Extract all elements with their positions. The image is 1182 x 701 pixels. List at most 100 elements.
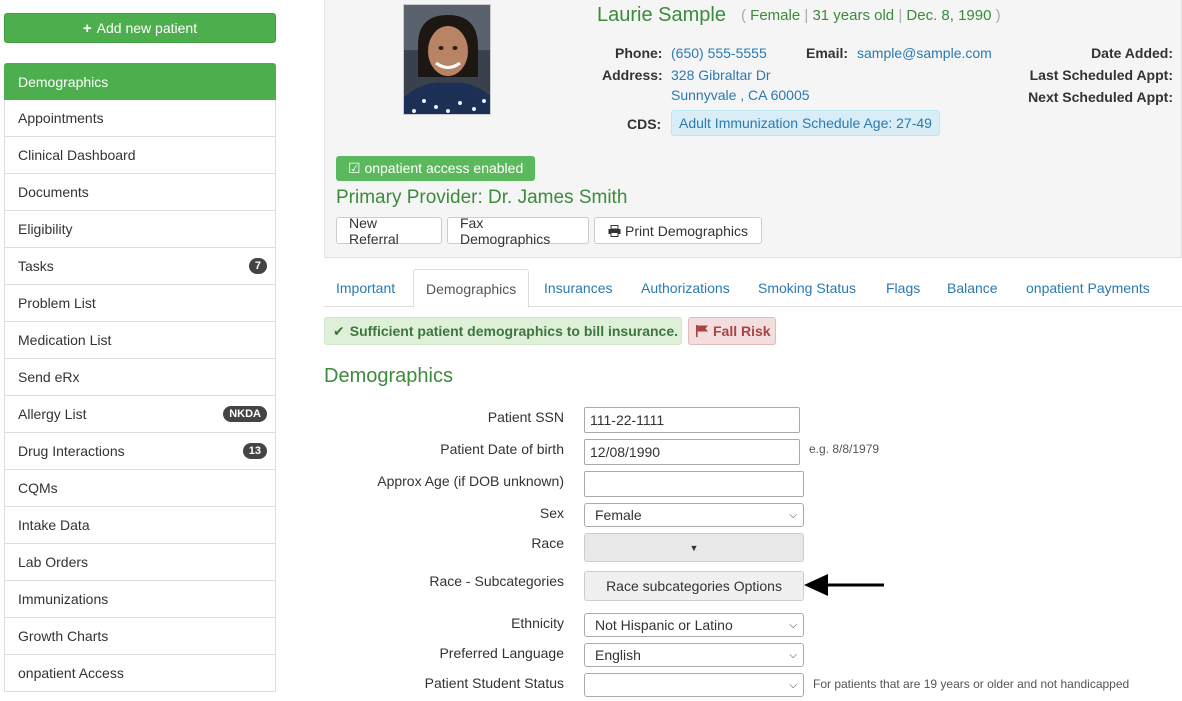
patient-meta: ( Female | 31 years old | Dec. 8, 1990 ) [741,7,1001,24]
onpatient-access-badge: ☑ onpatient access enabled [336,156,536,181]
sidebar-item-label: Problem List [18,295,96,311]
sidebar-item-tasks[interactable]: Tasks 7 [4,248,276,285]
sidebar-item-label: Immunizations [18,591,109,607]
count-badge: 13 [242,443,267,459]
ethnicity-selected: Not Hispanic or Latino [595,617,733,633]
chevron-down-icon: ⌵ [789,679,797,691]
count-badge: 7 [248,258,267,274]
sidebar-item-label: Lab Orders [18,554,89,570]
phone-label: Phone: [615,45,663,61]
race-subcategories-button[interactable]: Race subcategories Options [584,571,804,601]
sidebar-item-label: CQMs [18,480,58,496]
address-label: Address: [602,67,663,83]
sufficient-demographics-text: Sufficient patient demographics to bill … [349,323,679,339]
date-added-label: Date Added: [1091,45,1173,61]
sidebar-item-lab-orders[interactable]: Lab Orders [4,544,276,581]
phone-value[interactable]: (650) 555-5555 [671,45,767,61]
sidebar-item-growth-charts[interactable]: Growth Charts [4,618,276,655]
sidebar-item-clinical-dashboard[interactable]: Clinical Dashboard [4,137,276,174]
cds-label: CDS: [627,116,662,132]
tab-smoking-status[interactable]: Smoking Status [746,269,868,307]
new-referral-button[interactable]: New Referral [336,215,442,247]
sidebar-item-label: Appointments [18,110,104,126]
chevron-down-icon: ⌵ [789,619,797,631]
email-value[interactable]: sample@sample.com [857,45,992,61]
sidebar-item-label: Eligibility [18,221,73,237]
sidebar-item-label: Allergy List [18,406,87,422]
address-line2[interactable]: Sunnyvale , CA 60005 [671,87,810,103]
sidebar-item-immunizations[interactable]: Immunizations [4,581,276,618]
ethnicity-select[interactable]: Not Hispanic or Latino ⌵ [584,613,804,637]
patient-photo [403,4,491,115]
sidebar-item-onpatient-access[interactable]: onpatient Access [4,655,276,692]
patient-dob: Dec. 8, 1990 [906,7,992,24]
sidebar-item-send-erx[interactable]: Send eRx [4,359,276,396]
arrow-left-icon [804,574,884,596]
section-title: Demographics [324,365,453,387]
sidebar-item-appointments[interactable]: Appointments [4,100,276,137]
sidebar-item-allergy-list[interactable]: Allergy List NKDA [4,396,276,433]
email-label: Email: [806,45,849,61]
tab-important[interactable]: Important [324,269,407,307]
next-appt-label: Next Scheduled Appt: [1028,89,1173,105]
approx-age-label: Approx Age (if DOB unknown) [377,473,564,489]
sidebar-item-label: Medication List [18,332,112,348]
tab-insurances[interactable]: Insurances [532,269,624,307]
language-label: Preferred Language [439,645,564,661]
language-select[interactable]: English ⌵ [584,643,804,667]
sidebar-item-problem-list[interactable]: Problem List [4,285,276,322]
sidebar-item-demographics[interactable]: Demographics [4,63,276,100]
fall-risk-label: Fall Risk [713,323,771,339]
print-demographics-button[interactable]: Print Demographics [594,217,762,244]
student-status-select[interactable]: ⌵ [584,673,804,697]
sidebar-item-label: Drug Interactions [18,443,125,459]
patient-sex: Female [750,7,801,24]
sidebar-item-label: Clinical Dashboard [18,147,136,163]
sidebar-item-cqms[interactable]: CQMs [4,470,276,507]
fall-risk-flag[interactable]: Fall Risk [688,317,776,345]
add-new-patient-button[interactable]: + Add new patient [4,13,276,43]
ethnicity-label: Ethnicity [511,615,564,631]
primary-provider: Primary Provider: Dr. James Smith [336,187,628,208]
patient-tabs: Important Demographics Insurances Author… [324,269,1182,308]
race-label: Race [531,535,564,551]
sidebar-item-label: Growth Charts [18,628,109,644]
patient-name: Laurie Sample [597,4,726,26]
fax-demographics-button[interactable]: Fax Demographics [447,215,589,247]
approx-age-input[interactable] [584,471,804,497]
language-selected: English [595,647,641,663]
student-status-hint: For patients that are 19 years or older … [813,677,1130,691]
patient-age: 31 years old [812,7,895,24]
sidebar-item-drug-interactions[interactable]: Drug Interactions 13 [4,433,276,470]
sidebar-item-label: Demographics [18,73,109,90]
sufficient-demographics-alert: ✔ Sufficient patient demographics to bil… [324,317,682,345]
ssn-label: Patient SSN [487,409,564,425]
tab-authorizations[interactable]: Authorizations [629,269,742,307]
tab-flags[interactable]: Flags [874,269,932,307]
tab-onpatient-payments[interactable]: onpatient Payments [1014,269,1162,307]
tab-demographics[interactable]: Demographics [413,269,530,308]
dob-input[interactable] [584,439,800,465]
sidebar-item-medication-list[interactable]: Medication List [4,322,276,359]
onpatient-access-label: onpatient access enabled [364,160,524,176]
cds-tag[interactable]: Adult Immunization Schedule Age: 27-49 [671,110,940,136]
sex-select[interactable]: Female ⌵ [584,503,804,527]
sex-label: Sex [539,505,564,521]
sidebar-item-documents[interactable]: Documents [4,174,276,211]
check-icon: ✔ [333,322,345,339]
address-line1[interactable]: 328 Gibraltar Dr [671,67,771,83]
chevron-down-icon: ⌵ [789,649,797,661]
chevron-down-icon: ⌵ [789,509,797,521]
sidebar-item-intake-data[interactable]: Intake Data [4,507,276,544]
tab-balance[interactable]: Balance [935,269,1010,307]
print-demographics-label: Print Demographics [625,222,748,239]
dob-hint: e.g. 8/8/1979 [809,442,880,456]
race-dropdown[interactable]: ▼ [584,533,804,562]
sidebar-item-label: Send eRx [18,369,80,385]
sidebar-nav: Demographics Appointments Clinical Dashboa… [4,63,276,692]
ssn-input[interactable] [584,407,800,433]
plus-icon: + [82,19,92,37]
sidebar-item-eligibility[interactable]: Eligibility [4,211,276,248]
printer-icon [608,224,621,237]
add-new-patient-label: Add new patient [96,20,198,36]
